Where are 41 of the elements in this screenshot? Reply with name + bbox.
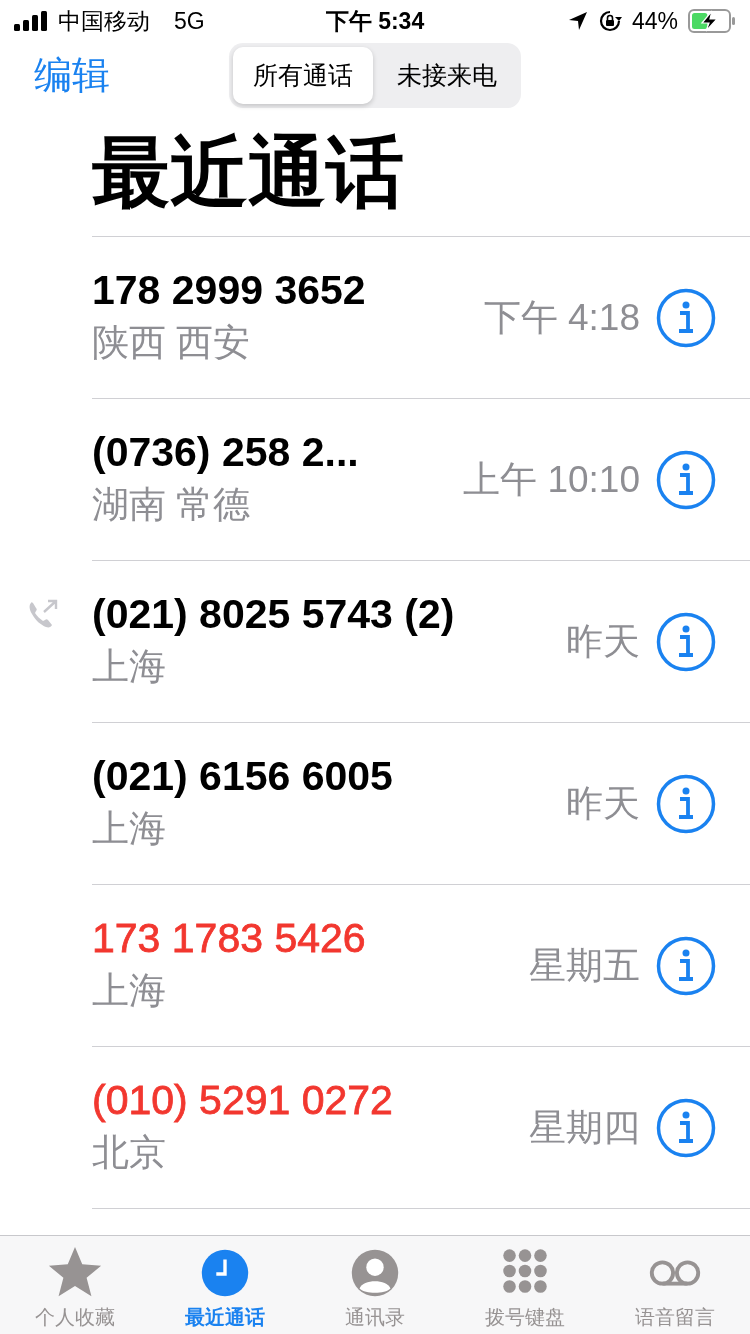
tab-bar-item[interactable]: 语音留言 bbox=[600, 1236, 750, 1334]
call-time: 昨天 bbox=[566, 781, 640, 826]
carrier-name: 中国移动 bbox=[58, 6, 150, 36]
rotation-lock-icon bbox=[597, 9, 622, 33]
signal-icon bbox=[14, 11, 48, 31]
tab-bar-item[interactable]: 最近通话 bbox=[150, 1236, 300, 1334]
edit-button[interactable]: 编辑 bbox=[34, 49, 204, 101]
page-title: 最近通话 bbox=[92, 108, 750, 237]
battery-icon bbox=[688, 9, 736, 33]
tab-bar-item[interactable]: 通讯录 bbox=[300, 1236, 450, 1334]
call-time: 星期四 bbox=[529, 1105, 640, 1150]
call-time: 下午 4:18 bbox=[483, 295, 640, 340]
call-location: 湖南 常德 bbox=[92, 483, 252, 527]
info-icon[interactable] bbox=[656, 1097, 716, 1158]
location-arrow-icon bbox=[567, 11, 588, 31]
phone-number: (021) 8025 5743 (2) bbox=[92, 591, 456, 638]
info-icon[interactable] bbox=[656, 449, 716, 510]
phone-number: (010) 5291 0272 bbox=[92, 1077, 394, 1124]
phone-number: (0736) 258 2... bbox=[92, 429, 360, 476]
phone-number: 178 2999 3652 bbox=[92, 267, 367, 314]
filter-tab[interactable]: 所有通话 bbox=[233, 46, 373, 104]
call-time: 昨天 bbox=[566, 619, 640, 664]
phone-number: 173 1783 5426 bbox=[92, 915, 367, 962]
call-location: 上海 bbox=[92, 969, 167, 1013]
tab-bar-item[interactable]: 个人收藏 bbox=[0, 1236, 150, 1334]
call-time: 星期五 bbox=[529, 943, 640, 988]
info-icon[interactable] bbox=[656, 611, 716, 672]
info-icon[interactable] bbox=[656, 287, 716, 348]
call-location: 北京 bbox=[92, 1131, 167, 1175]
phone-number: (021) 6156 6005 bbox=[92, 753, 394, 800]
filter-tab[interactable]: 未接来电 bbox=[377, 46, 517, 104]
call-location: 上海 bbox=[92, 807, 167, 851]
info-icon[interactable] bbox=[656, 935, 716, 996]
network-type: 5G bbox=[174, 7, 205, 35]
call-location: 陕西 西安 bbox=[92, 321, 252, 365]
tab-bar-item[interactable]: 拨号键盘 bbox=[450, 1236, 600, 1334]
call-time: 上午 10:10 bbox=[463, 457, 640, 502]
info-icon[interactable] bbox=[656, 773, 716, 834]
battery-percent: 44% bbox=[631, 7, 678, 35]
call-location: 上海 bbox=[92, 645, 167, 689]
status-time: 下午 5:34 bbox=[325, 6, 425, 36]
